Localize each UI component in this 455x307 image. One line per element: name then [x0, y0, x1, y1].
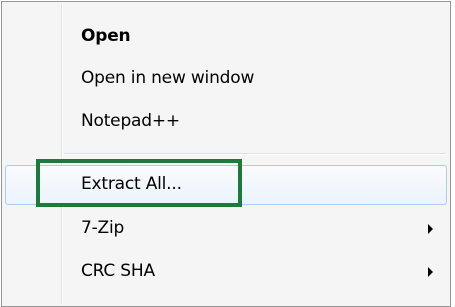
menu-item-label: Open in new window [81, 68, 255, 88]
menu-item-open[interactable]: Open [5, 17, 447, 57]
menu-item-label: Notepad++ [81, 111, 180, 131]
annotation-highlight-box [36, 159, 242, 207]
menu-item-crc-sha[interactable]: CRC SHA [5, 252, 447, 292]
menu-item-notepad-plus-plus[interactable]: Notepad++ [5, 102, 447, 142]
submenu-arrow-icon [428, 267, 433, 277]
menu-separator [64, 153, 446, 155]
menu-item-label: 7-Zip [81, 218, 125, 238]
menu-item-7-zip[interactable]: 7-Zip [5, 209, 447, 249]
menu-item-open-in-new-window[interactable]: Open in new window [5, 59, 447, 99]
context-menu: Open Open in new window Notepad++ Extrac… [1, 1, 451, 307]
submenu-arrow-icon [428, 224, 433, 234]
menu-item-label: CRC SHA [81, 261, 155, 281]
menu-item-label: Open [81, 26, 131, 46]
